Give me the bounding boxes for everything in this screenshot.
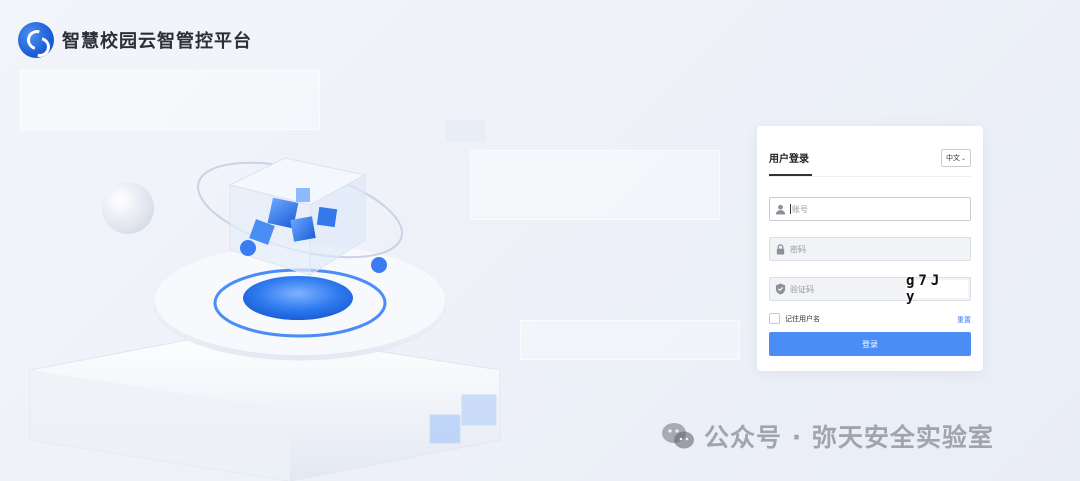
text-cursor (790, 204, 791, 214)
app-title: 智慧校园云智管控平台 (62, 31, 252, 52)
account-placeholder: 账号 (792, 204, 808, 214)
tab-user-login[interactable]: 用户登录 (769, 150, 809, 165)
watermark-text: 公众号 · 弥天安全实验室 (704, 423, 994, 452)
watermark: 公众号 · 弥天安全实验室 (660, 418, 994, 454)
reset-link[interactable]: 重置 (957, 315, 971, 325)
shield-icon (770, 283, 790, 295)
language-select[interactable]: 中文 ⌄ (941, 149, 971, 167)
hero-illustration (29, 120, 501, 481)
password-placeholder: 密码 (790, 244, 806, 254)
language-selected: 中文 (945, 154, 960, 162)
captcha-placeholder: 验证码 (790, 284, 814, 294)
remember-checkbox[interactable] (769, 313, 780, 324)
swirl-logo-icon (18, 22, 54, 58)
remember-username[interactable]: 记住用户名 (769, 313, 820, 324)
lock-icon (770, 243, 790, 255)
user-icon (770, 204, 790, 215)
chevron-down-icon: ⌄ (960, 154, 967, 162)
account-input[interactable]: 账号 (769, 197, 971, 221)
login-button[interactable]: 登录 (769, 332, 971, 356)
captcha-image[interactable]: g7J y (906, 273, 968, 305)
wechat-icon (662, 423, 694, 449)
password-input[interactable]: 密码 (769, 237, 971, 261)
divider (769, 176, 971, 177)
captcha-input[interactable]: 验证码 g7J y (769, 273, 971, 305)
login-card: 用户登录 中文 ⌄ 账号 密码 验证码 g7J y 记住用户名 重置 登录 (757, 126, 983, 371)
app-header: 智慧校园云智管控平台 (18, 22, 252, 58)
remember-label: 记住用户名 (785, 314, 820, 323)
